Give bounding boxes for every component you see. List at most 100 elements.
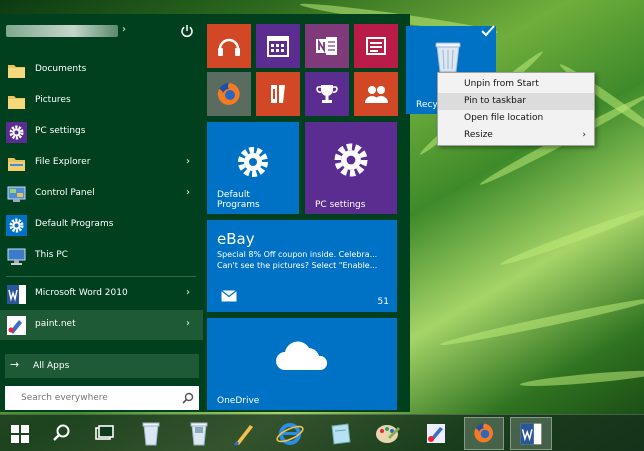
tile-news[interactable] <box>354 24 398 68</box>
menu-item-paint-net[interactable]: paint.net › <box>0 310 203 340</box>
chevron-right-icon[interactable]: › <box>186 187 190 198</box>
arrow-right-icon: → <box>10 358 20 371</box>
menu-item-this-pc[interactable]: This PC <box>0 241 203 271</box>
task-view-button[interactable] <box>88 417 120 450</box>
taskbar-recycle-bin-full[interactable] <box>182 417 216 450</box>
menu-item-pictures[interactable]: Pictures <box>0 86 203 116</box>
paint-net-icon <box>427 424 445 443</box>
menu-item-pc-settings[interactable]: PC settings <box>0 117 203 147</box>
firefox-icon <box>474 423 494 443</box>
news-icon <box>366 37 386 55</box>
context-item-resize[interactable]: Resize › <box>438 127 594 144</box>
internet-explorer-icon <box>276 423 304 445</box>
tile-firefox[interactable] <box>207 72 251 116</box>
trophy-icon <box>316 85 338 103</box>
search-icon <box>53 424 70 441</box>
word-icon <box>7 285 26 304</box>
power-icon[interactable] <box>180 24 194 38</box>
chevron-right-icon[interactable]: › <box>186 318 190 329</box>
tile-label: OneDrive <box>217 396 260 406</box>
menu-item-label: Documents <box>35 64 87 74</box>
control-panel-icon <box>7 186 26 202</box>
start-button[interactable] <box>4 417 36 450</box>
context-item-open-file-location[interactable]: Open file location <box>438 110 594 127</box>
tile-default-programs[interactable]: Default Programs <box>207 122 299 214</box>
gear-icon <box>6 215 27 236</box>
menu-item-label: File Explorer <box>35 157 91 167</box>
mail-icon <box>221 290 237 302</box>
tile-pc-settings[interactable]: PC settings <box>305 122 397 214</box>
gear-icon <box>238 147 268 177</box>
search-box[interactable] <box>5 386 199 410</box>
chevron-right-icon: › <box>582 130 586 140</box>
context-item-label: Unpin from Start <box>464 79 539 89</box>
taskbar-paint-brush-app[interactable] <box>224 417 266 450</box>
user-account[interactable]: › <box>0 14 203 52</box>
start-menu: › Documents Pictures PC settings File Ex… <box>0 14 496 412</box>
windows-logo-icon <box>11 425 29 443</box>
context-item-pin-to-taskbar[interactable]: Pin to taskbar <box>438 93 594 110</box>
menu-item-default-programs[interactable]: Default Programs <box>0 210 203 240</box>
tile-mail-ebay[interactable]: eBay Special 8% Off coupon inside. Celeb… <box>207 220 397 312</box>
onenote-icon <box>316 37 337 55</box>
reader-icon <box>271 85 285 103</box>
tile-calendar[interactable] <box>256 24 300 68</box>
tile-people[interactable] <box>354 72 398 116</box>
search-icon[interactable] <box>181 391 195 405</box>
word-icon <box>520 423 542 445</box>
paint-brush-icon <box>234 425 253 446</box>
tile-onedrive[interactable]: OneDrive <box>207 318 397 410</box>
context-menu: Unpin from Start Pin to taskbar Open fil… <box>437 72 595 146</box>
start-left-panel: › Documents Pictures PC settings File Ex… <box>0 14 203 412</box>
menu-item-microsoft-word[interactable]: Microsoft Word 2010 › <box>0 279 203 309</box>
search-input[interactable] <box>5 386 175 410</box>
recycle-bin-icon <box>190 422 208 446</box>
chevron-right-icon[interactable]: › <box>186 287 190 298</box>
ebay-message-preview: Special 8% Off coupon inside. Celebra...… <box>217 250 378 270</box>
taskbar <box>0 414 644 451</box>
checkmark-icon <box>481 25 495 37</box>
taskbar-search-button[interactable] <box>46 417 76 450</box>
taskbar-paint-net[interactable] <box>416 417 456 450</box>
menu-item-label: PC settings <box>35 126 86 136</box>
menu-item-documents[interactable]: Documents <box>0 55 203 85</box>
tile-sports[interactable] <box>305 72 349 116</box>
taskbar-internet-explorer[interactable] <box>270 417 310 450</box>
tile-reader[interactable] <box>256 72 300 116</box>
gear-icon <box>6 122 27 143</box>
context-item-label: Resize <box>464 130 493 140</box>
menu-item-file-explorer[interactable]: File Explorer › <box>0 148 203 178</box>
context-item-label: Open file location <box>464 113 544 123</box>
headphones-icon <box>218 38 240 56</box>
cloud-icon <box>276 341 328 370</box>
taskbar-paint-app[interactable] <box>368 417 406 450</box>
taskbar-notebook-app[interactable] <box>320 417 360 450</box>
folder-icon <box>8 96 25 109</box>
recycle-bin-icon <box>435 42 461 73</box>
menu-item-label: paint.net <box>35 319 76 329</box>
task-view-icon <box>95 425 114 440</box>
menu-item-control-panel[interactable]: Control Panel › <box>0 179 203 209</box>
recycle-bin-icon <box>142 422 160 446</box>
notebook-icon <box>331 423 351 445</box>
taskbar-microsoft-word[interactable] <box>510 417 552 450</box>
taskbar-recycle-bin[interactable] <box>134 417 168 450</box>
tile-label: Default Programs <box>217 190 260 210</box>
chevron-right-icon[interactable]: › <box>186 156 190 167</box>
tile-label: PC settings <box>315 200 366 210</box>
tile-music[interactable] <box>207 24 251 68</box>
context-item-unpin-from-start[interactable]: Unpin from Start <box>438 76 594 93</box>
user-name-blurred <box>6 25 118 37</box>
menu-item-label: Pictures <box>35 95 71 105</box>
taskbar-firefox[interactable] <box>464 417 504 450</box>
menu-item-label: Control Panel <box>35 188 95 198</box>
context-item-label: Pin to taskbar <box>464 96 527 106</box>
menu-item-label: Default Programs <box>35 219 114 229</box>
tile-onenote[interactable] <box>305 24 349 68</box>
all-apps-label: All Apps <box>33 361 70 371</box>
menu-item-label: Microsoft Word 2010 <box>35 288 128 298</box>
menu-separator <box>6 276 196 277</box>
calendar-icon <box>267 36 289 57</box>
all-apps-button[interactable]: → All Apps <box>5 354 199 378</box>
unread-count-badge: 51 <box>377 297 389 307</box>
